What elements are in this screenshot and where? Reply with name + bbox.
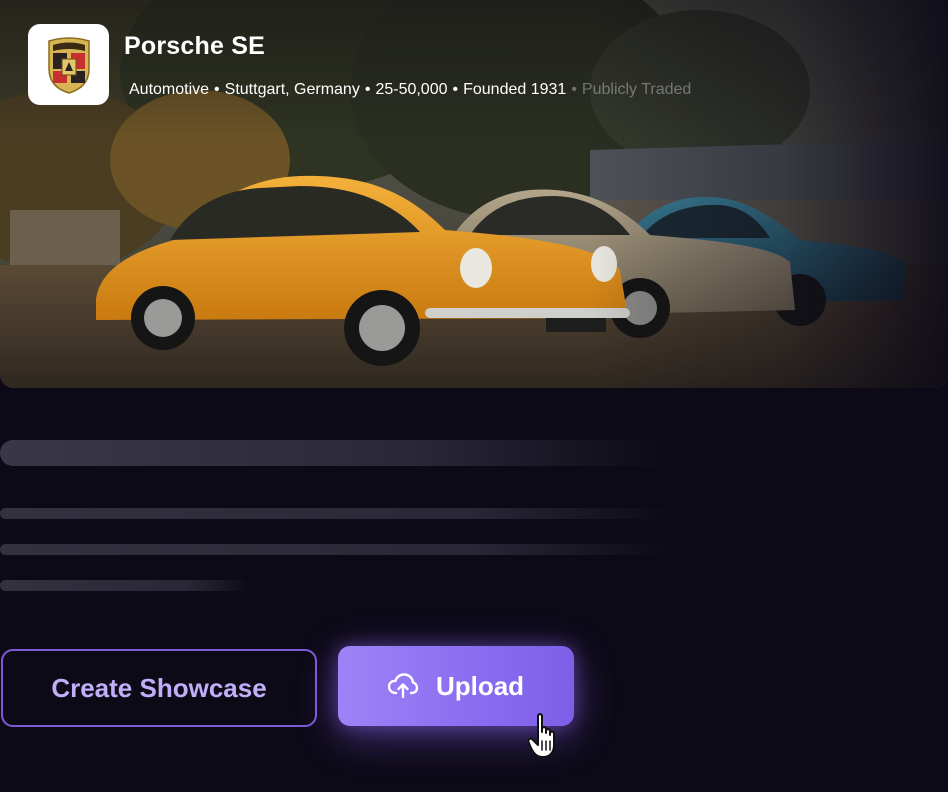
hero-right-gradient [588,0,948,388]
company-name: Porsche SE [124,32,265,60]
skeleton-line-placeholder [0,508,670,519]
skeleton-title-placeholder [0,440,670,466]
meta-separator: • [364,81,371,98]
company-logo [28,24,109,105]
skeleton-line-placeholder [0,544,670,555]
create-showcase-button[interactable]: Create Showcase [1,649,317,727]
skeleton-line-placeholder [0,580,250,591]
meta-separator: • [214,81,220,98]
meta-employees: 25-50,000 [375,81,448,98]
meta-industry: Automotive [129,81,210,98]
hand-pointer-icon [528,713,555,758]
meta-separator: • [452,81,459,98]
meta-status: Publicly Traded [581,81,692,98]
create-showcase-label: Create Showcase [51,672,267,703]
upload-label: Upload [435,670,525,701]
cloud-upload-icon [387,673,418,699]
porsche-crest-icon [47,36,90,94]
company-meta: Automotive • Stuttgart, Germany • 25-50,000 •… [129,81,691,99]
meta-separator: • [571,81,577,98]
meta-founded: Founded 1931 [463,81,567,98]
meta-location: Stuttgart, Germany [224,81,360,98]
